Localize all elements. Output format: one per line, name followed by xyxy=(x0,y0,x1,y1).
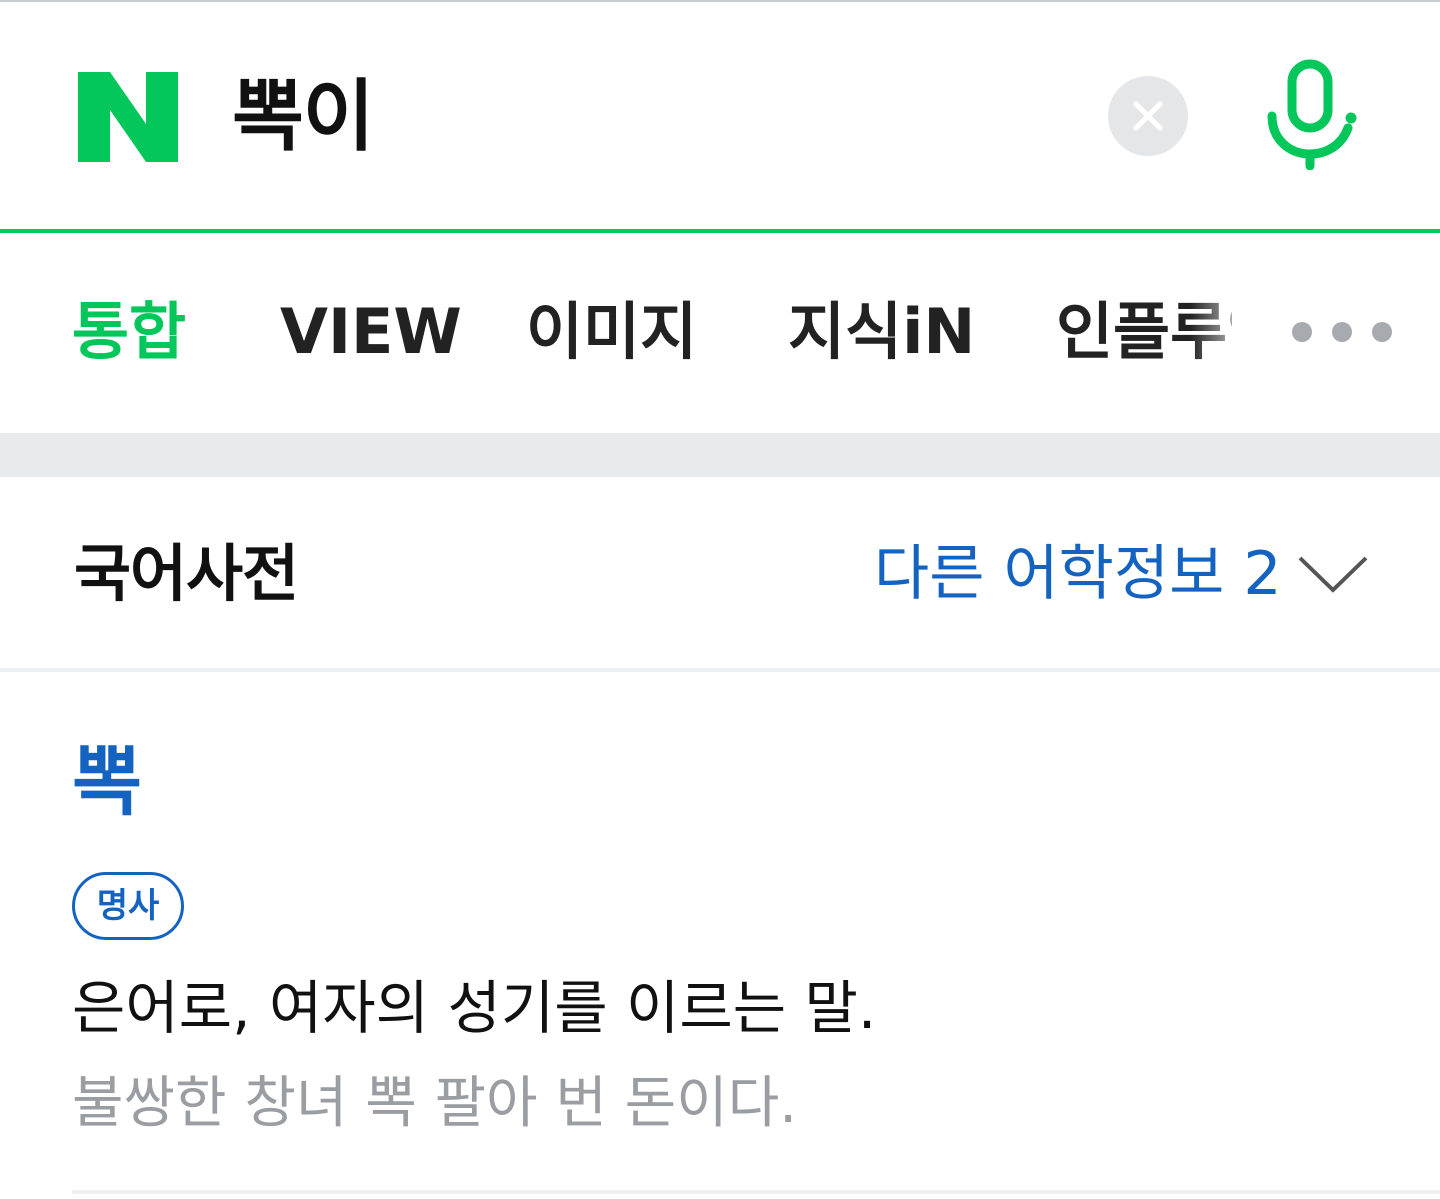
section-gap xyxy=(0,433,1440,477)
more-dots-icon xyxy=(1292,322,1312,342)
naver-logo[interactable] xyxy=(78,72,178,162)
tab-integrated[interactable]: 통합 xyxy=(72,292,186,372)
more-dots-icon xyxy=(1372,322,1392,342)
entry-example: 불쌍한 창녀 뽁 팔아 번 돈이다. xyxy=(72,1071,798,1136)
more-tabs-button[interactable] xyxy=(1288,318,1396,348)
clear-search-button[interactable] xyxy=(1108,76,1188,156)
entry-headword[interactable]: 뽁 xyxy=(72,734,142,830)
divider xyxy=(72,1190,1440,1194)
search-input[interactable]: 뽁이 xyxy=(232,72,375,162)
dictionary-title[interactable]: 국어사전 xyxy=(74,534,299,614)
divider xyxy=(0,668,1440,672)
chevron-down-icon[interactable] xyxy=(1296,548,1370,598)
tab-knowledge-in[interactable]: 지식iN xyxy=(788,292,975,372)
tab-images[interactable]: 이미지 xyxy=(526,292,697,372)
close-icon xyxy=(1133,101,1163,131)
tab-view[interactable]: VIEW xyxy=(280,292,462,372)
entry-definition: 은어로, 여자의 성기를 이르는 말. xyxy=(72,974,877,1042)
tab-fade-overlay xyxy=(1190,290,1260,380)
more-dots-icon xyxy=(1332,322,1352,342)
microphone-icon[interactable] xyxy=(1262,58,1358,170)
search-header xyxy=(0,2,1440,230)
other-language-info-link[interactable]: 다른 어학정보 2 xyxy=(874,534,1282,614)
part-of-speech-badge: 명사 xyxy=(72,872,184,940)
